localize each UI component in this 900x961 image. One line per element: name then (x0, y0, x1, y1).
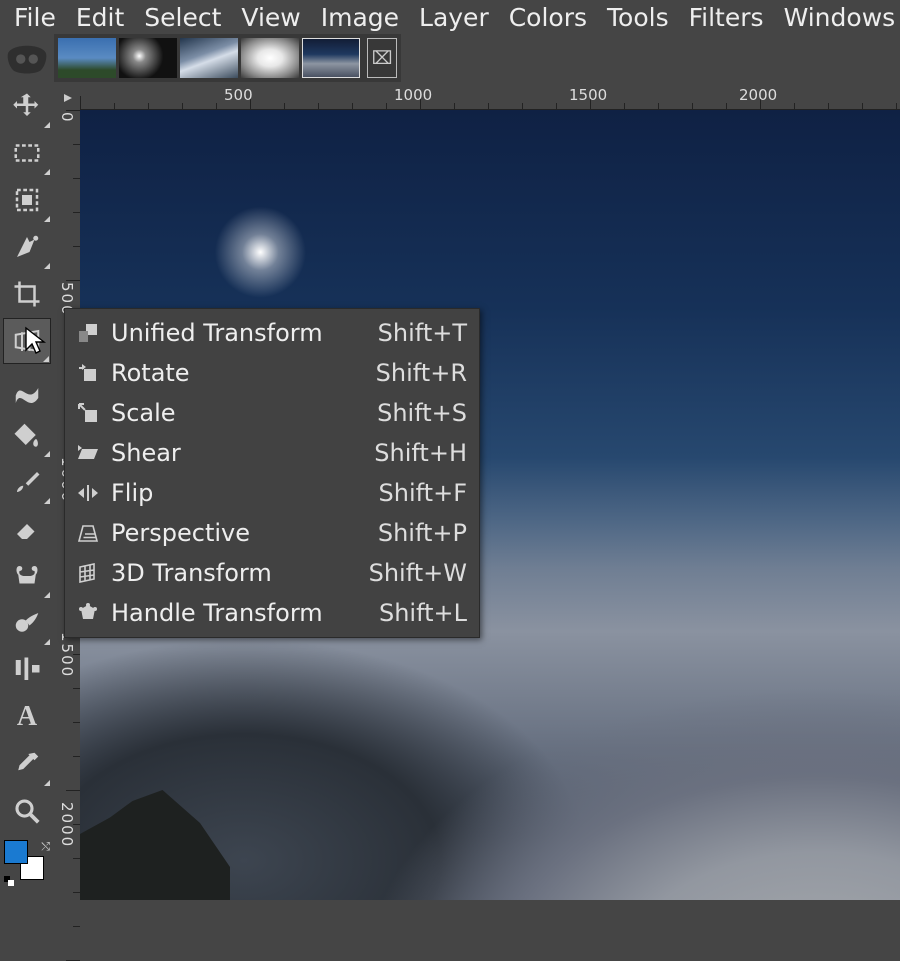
menu-colors[interactable]: Colors (499, 1, 597, 34)
menu-item-shortcut: Shift+S (377, 399, 467, 427)
menu-item-shortcut: Shift+T (378, 319, 467, 347)
tool-group-indicator-icon (44, 780, 50, 786)
tool-group-indicator-icon (44, 451, 50, 457)
3d-transform-icon (73, 558, 103, 588)
ruler-label: 2000 (58, 802, 76, 848)
ruler-origin-button[interactable] (56, 86, 80, 110)
text-tool[interactable]: A (3, 694, 51, 740)
tool-group-indicator-icon (44, 592, 50, 598)
canvas-content (80, 790, 230, 900)
menu-item-unified-transform[interactable]: Unified Transform Shift+T (65, 313, 479, 353)
eraser-tool[interactable] (3, 506, 51, 552)
menu-item-label: Scale (111, 399, 377, 427)
tab-close-button[interactable]: ⌧ (367, 38, 397, 78)
menu-item-shortcut: Shift+F (379, 479, 467, 507)
free-select-tool[interactable] (3, 177, 51, 223)
menu-item-shortcut: Shift+R (376, 359, 467, 387)
menu-view[interactable]: View (231, 1, 310, 34)
menu-item-shortcut: Shift+P (378, 519, 467, 547)
menu-item-label: Perspective (111, 519, 378, 547)
menu-item-shortcut: Shift+W (369, 559, 467, 587)
menu-item-handle-transform[interactable]: Handle Transform Shift+L (65, 593, 479, 633)
ruler-label: 1500 (58, 632, 76, 678)
menu-filters[interactable]: Filters (679, 1, 774, 34)
menu-item-rotate[interactable]: Rotate Shift+R (65, 353, 479, 393)
default-colors-button[interactable] (4, 876, 14, 886)
menu-item-label: Flip (111, 479, 379, 507)
tool-group-indicator-icon (44, 498, 50, 504)
bucket-fill-tool[interactable] (3, 412, 51, 458)
rotate-icon (73, 358, 103, 388)
menu-item-label: Handle Transform (111, 599, 379, 627)
warp-tool[interactable] (3, 365, 51, 411)
close-icon: ⌧ (372, 48, 393, 69)
foreground-color-swatch[interactable] (4, 840, 28, 864)
menu-image[interactable]: Image (311, 1, 409, 34)
move-tool[interactable] (3, 83, 51, 129)
scale-icon (73, 398, 103, 428)
menu-item-label: 3D Transform (111, 559, 369, 587)
menu-item-perspective[interactable]: Perspective Shift+P (65, 513, 479, 553)
image-tab[interactable] (302, 38, 360, 78)
image-tab[interactable] (58, 38, 116, 78)
unified-transform-icon (73, 318, 103, 348)
fuzzy-select-tool[interactable] (3, 224, 51, 270)
menu-item-shear[interactable]: Shear Shift+H (65, 433, 479, 473)
color-picker-tool[interactable] (3, 741, 51, 787)
ruler-label: 1500 (569, 86, 607, 104)
handle-transform-icon (73, 598, 103, 628)
tool-group-indicator-icon (44, 169, 50, 175)
shear-icon (73, 438, 103, 468)
image-tab[interactable] (119, 38, 177, 78)
image-tab[interactable] (180, 38, 238, 78)
tool-group-indicator-icon (43, 356, 49, 362)
ruler-label: 0 (58, 112, 76, 124)
ruler-label: 1000 (394, 86, 432, 104)
image-tab[interactable] (241, 38, 299, 78)
swap-colors-button[interactable]: ⤭ (41, 840, 50, 854)
flip-icon (73, 478, 103, 508)
smudge-tool[interactable] (3, 600, 51, 646)
ruler-label: 2000 (739, 86, 777, 104)
unified-transform-tool[interactable] (3, 318, 51, 364)
horizontal-ruler[interactable]: 500 1000 1500 2000 (80, 86, 900, 110)
menu-edit[interactable]: Edit (66, 1, 134, 34)
ruler-label: 500 (224, 86, 253, 104)
menu-item-flip[interactable]: Flip Shift+F (65, 473, 479, 513)
zoom-tool[interactable] (3, 788, 51, 834)
menu-windows[interactable]: Windows (774, 1, 900, 34)
rectangle-select-tool[interactable] (3, 130, 51, 176)
path-tool[interactable] (3, 647, 51, 693)
wilber-logo-icon (2, 36, 52, 82)
tool-group-indicator-icon (44, 216, 50, 222)
menu-file[interactable]: File (4, 1, 66, 34)
menu-layer[interactable]: Layer (409, 1, 499, 34)
menu-item-shortcut: Shift+H (374, 439, 467, 467)
menu-item-3d-transform[interactable]: 3D Transform Shift+W (65, 553, 479, 593)
color-swatches[interactable]: ⤭ (4, 840, 50, 886)
menu-bar: File Edit Select View Image Layer Colors… (0, 0, 900, 34)
transform-tools-menu: Unified Transform Shift+T Rotate Shift+R… (64, 308, 480, 638)
menu-item-label: Unified Transform (111, 319, 378, 347)
menu-item-scale[interactable]: Scale Shift+S (65, 393, 479, 433)
image-tabs: ⌧ (54, 34, 401, 82)
menu-item-label: Rotate (111, 359, 376, 387)
clone-tool[interactable] (3, 553, 51, 599)
tool-group-indicator-icon (44, 639, 50, 645)
menu-item-shortcut: Shift+L (379, 599, 467, 627)
text-tool-label: A (17, 701, 37, 733)
crop-tool[interactable] (3, 271, 51, 317)
menu-select[interactable]: Select (134, 1, 231, 34)
menu-tools[interactable]: Tools (597, 1, 679, 34)
tool-group-indicator-icon (44, 263, 50, 269)
toolbox: A ⤭ (0, 82, 54, 900)
perspective-icon (73, 518, 103, 548)
paintbrush-tool[interactable] (3, 459, 51, 505)
tool-group-indicator-icon (44, 122, 50, 128)
menu-item-label: Shear (111, 439, 374, 467)
